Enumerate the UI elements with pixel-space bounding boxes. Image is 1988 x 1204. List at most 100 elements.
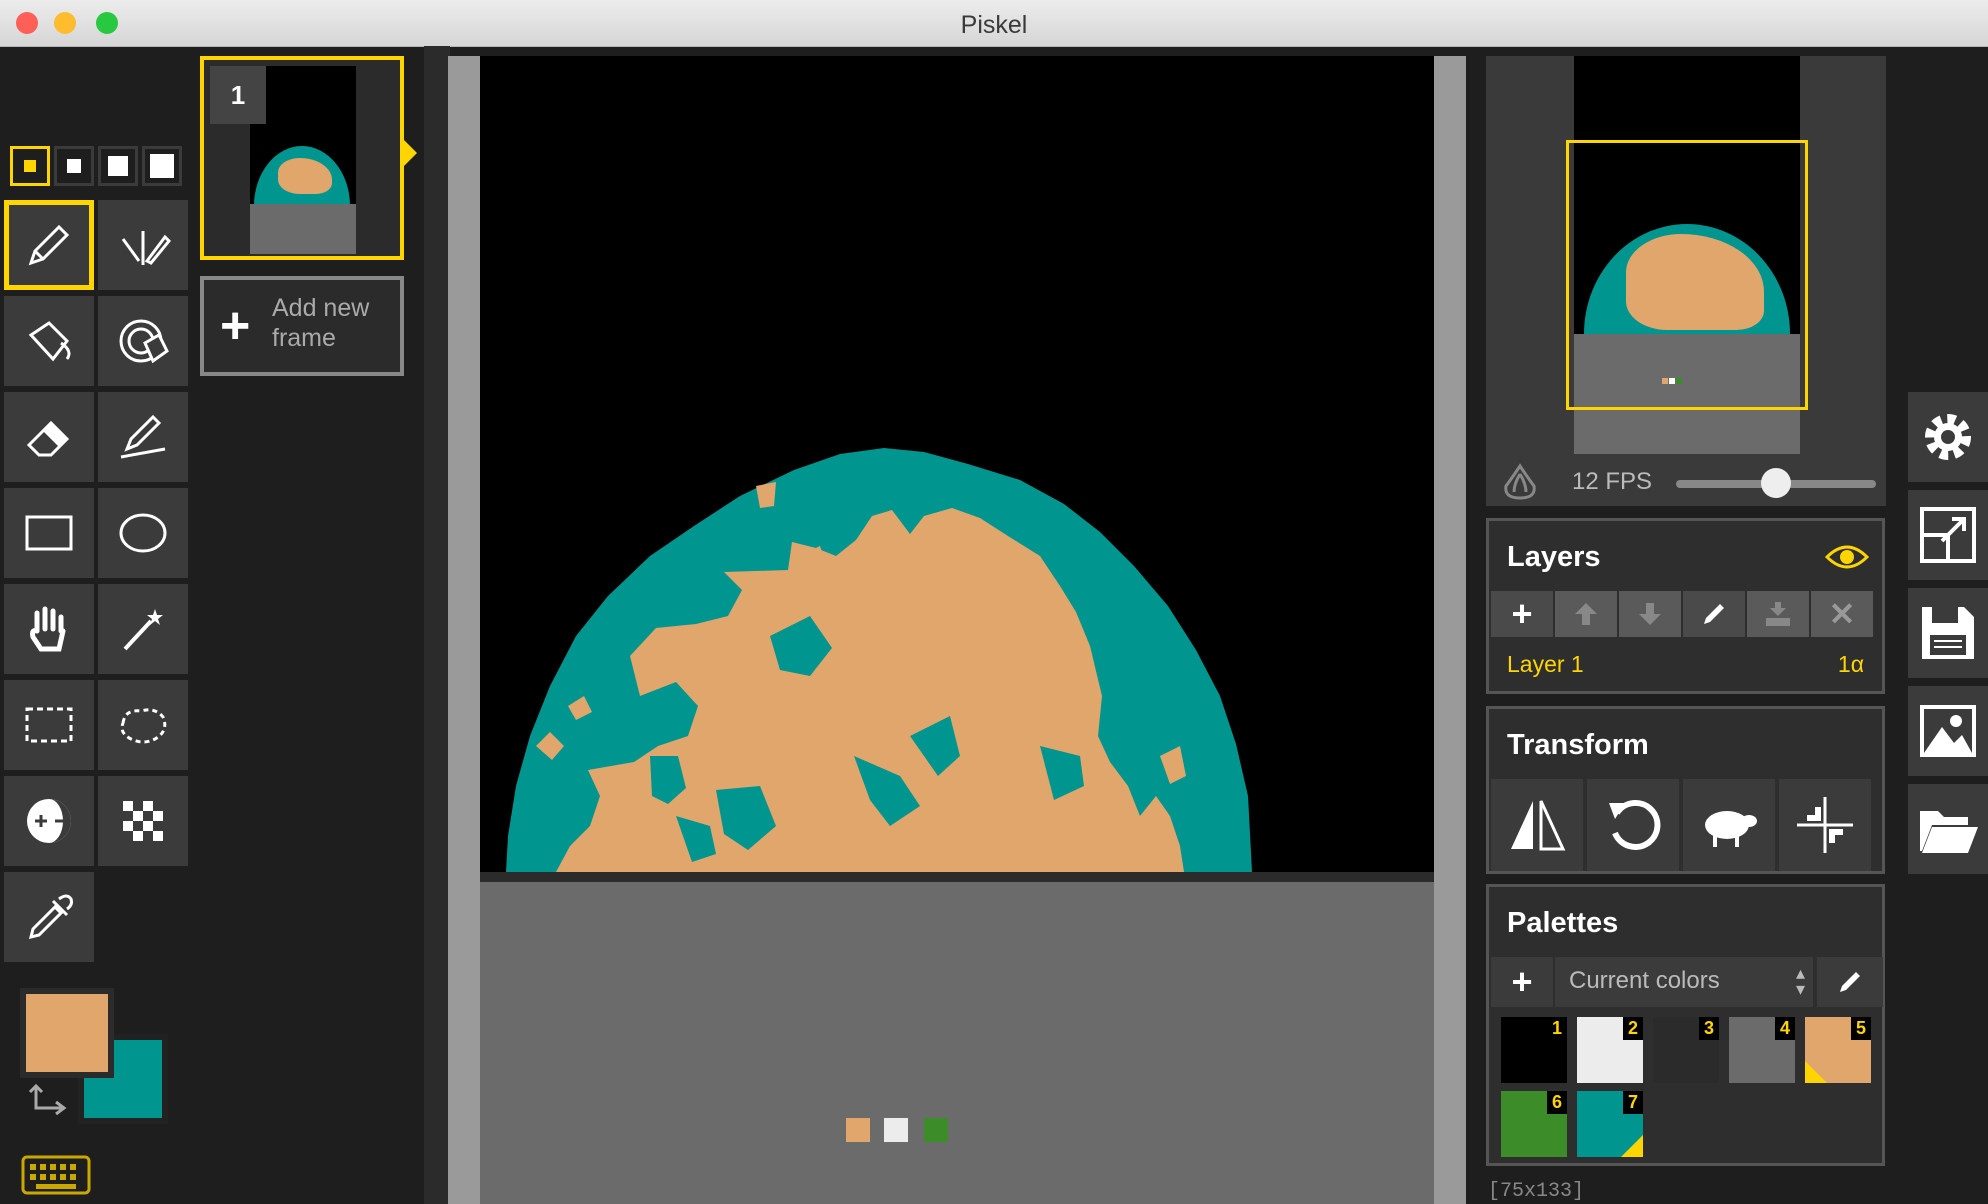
rotate-icon	[1609, 799, 1661, 850]
resize-icon	[1920, 507, 1976, 563]
resize-button[interactable]	[1908, 490, 1988, 580]
palette-swatch-6[interactable]: 6	[1501, 1091, 1567, 1157]
paint-bucket-icon	[28, 321, 71, 362]
drawing-canvas[interactable]	[480, 56, 1434, 1204]
vertical-mirror-pen-tool[interactable]	[98, 200, 188, 290]
layer-1-opacity[interactable]: 1α	[1838, 651, 1864, 678]
move-tool[interactable]	[4, 584, 94, 674]
fps-slider-thumb[interactable]	[1761, 468, 1791, 498]
export-button[interactable]	[1908, 686, 1988, 776]
fps-label: 12 FPS	[1572, 468, 1653, 495]
rotate-button[interactable]	[1587, 779, 1679, 871]
pen-size-3[interactable]	[98, 146, 138, 186]
pen-tool[interactable]	[4, 200, 94, 290]
lasso-selection-tool[interactable]	[98, 680, 188, 770]
rectangle-icon	[25, 515, 73, 551]
center-align-icon	[1797, 797, 1853, 853]
title-bar: Piskel	[0, 0, 1988, 47]
lighten-darken-tool[interactable]	[4, 776, 94, 866]
add-frame-label-line1: Add new	[272, 294, 370, 322]
palette-swatch-3[interactable]: 3	[1653, 1017, 1719, 1083]
palette-swatch-number: 2	[1622, 1017, 1643, 1040]
add-new-frame-button[interactable]: + Add new frame	[200, 276, 404, 376]
stroke-tool[interactable]	[98, 392, 188, 482]
rectangle-selection-tool[interactable]	[4, 680, 94, 770]
plus-icon: +	[220, 297, 251, 355]
eyedropper-icon	[28, 894, 73, 940]
merge-layer-button[interactable]	[1747, 591, 1809, 637]
transform-title: Transform	[1507, 729, 1649, 761]
palette-swatch-number: 7	[1622, 1091, 1643, 1114]
canvas-right-border	[1434, 56, 1466, 1204]
palettes-panel: Palettes + Current colors ▴ ▾ 1 2 3 4 5 6 7	[1486, 884, 1885, 1166]
pencil-icon	[28, 224, 70, 266]
add-layer-button[interactable]: +	[1491, 591, 1553, 637]
canvas-ground	[480, 882, 1434, 1204]
onion-skin-icon[interactable]	[1498, 462, 1542, 502]
pen-size-4[interactable]	[142, 146, 182, 186]
image-icon	[1920, 705, 1976, 757]
center-button[interactable]	[1779, 779, 1871, 871]
magic-wand-tool[interactable]	[98, 584, 188, 674]
palette-swatch-2[interactable]: 2	[1577, 1017, 1643, 1083]
flip-icon	[1511, 800, 1566, 851]
import-button[interactable]	[1908, 784, 1988, 874]
magic-wand-icon	[123, 609, 163, 651]
keyboard-shortcuts-icon[interactable]	[20, 1154, 92, 1196]
frame-1-thumbnail[interactable]: 1	[200, 56, 404, 260]
dashed-rectangle-icon	[25, 707, 73, 743]
layer-1-name[interactable]: Layer 1	[1507, 651, 1584, 678]
folder-open-icon	[1920, 811, 1978, 853]
clone-button[interactable]	[1683, 779, 1775, 871]
pen-size-1[interactable]	[10, 146, 50, 186]
edit-palette-button[interactable]	[1817, 957, 1883, 1007]
merge-down-icon	[1766, 602, 1790, 626]
close-icon: ✕	[1828, 596, 1856, 632]
flip-button[interactable]	[1491, 779, 1583, 871]
color-picker-tool[interactable]	[4, 872, 94, 962]
preview-viewport-frame	[1566, 140, 1808, 410]
palette-swatch-number: 1	[1546, 1017, 1567, 1040]
circle-icon	[119, 513, 167, 553]
pencil-icon	[1840, 972, 1860, 992]
palette-swatch-1[interactable]: 1	[1501, 1017, 1567, 1083]
palette-swatch-number: 5	[1850, 1017, 1871, 1040]
pen-size-2[interactable]	[54, 146, 94, 186]
plus-icon: +	[1511, 593, 1533, 634]
delete-layer-button[interactable]: ✕	[1811, 591, 1873, 637]
selected-color-marker	[1805, 1061, 1827, 1083]
floppy-disk-icon	[1922, 607, 1974, 659]
primary-color-swatch[interactable]	[20, 988, 114, 1078]
palette-swatch-5[interactable]: 5	[1805, 1017, 1871, 1083]
eraser-tool[interactable]	[4, 392, 94, 482]
pencil-icon	[1704, 604, 1724, 624]
palette-swatch-number: 3	[1698, 1017, 1719, 1040]
ground-pixel-green	[924, 1118, 948, 1142]
eye-icon[interactable]	[1825, 541, 1869, 573]
paint-bucket-tool[interactable]	[4, 296, 94, 386]
rectangle-tool[interactable]	[4, 488, 94, 578]
circle-tool[interactable]	[98, 488, 188, 578]
arrow-up-icon	[1575, 603, 1597, 625]
palette-swatch-number: 4	[1774, 1017, 1795, 1040]
palette-swatch-4[interactable]: 4	[1729, 1017, 1795, 1083]
palette-select[interactable]: Current colors ▴ ▾	[1555, 957, 1813, 1007]
window-title: Piskel	[960, 11, 1028, 39]
paint-all-same-color-tool[interactable]	[98, 296, 188, 386]
settings-button[interactable]	[1908, 392, 1988, 482]
dithering-tool[interactable]	[98, 776, 188, 866]
rename-layer-button[interactable]	[1683, 591, 1745, 637]
frame-selected-arrow	[404, 140, 417, 166]
move-layer-up-button[interactable]	[1555, 591, 1617, 637]
save-button[interactable]	[1908, 588, 1988, 678]
layers-title: Layers	[1507, 541, 1601, 573]
ground-pixel-white	[884, 1118, 908, 1142]
add-palette-button[interactable]: +	[1491, 957, 1553, 1007]
palette-swatch-7[interactable]: 7	[1577, 1091, 1643, 1157]
move-layer-down-button[interactable]	[1619, 591, 1681, 637]
frame-number-badge: 1	[210, 66, 266, 124]
swap-colors-icon[interactable]	[28, 1082, 72, 1122]
palette-select-value: Current colors	[1569, 967, 1720, 994]
primary-color-fill	[26, 994, 108, 1072]
eraser-icon	[26, 420, 70, 457]
